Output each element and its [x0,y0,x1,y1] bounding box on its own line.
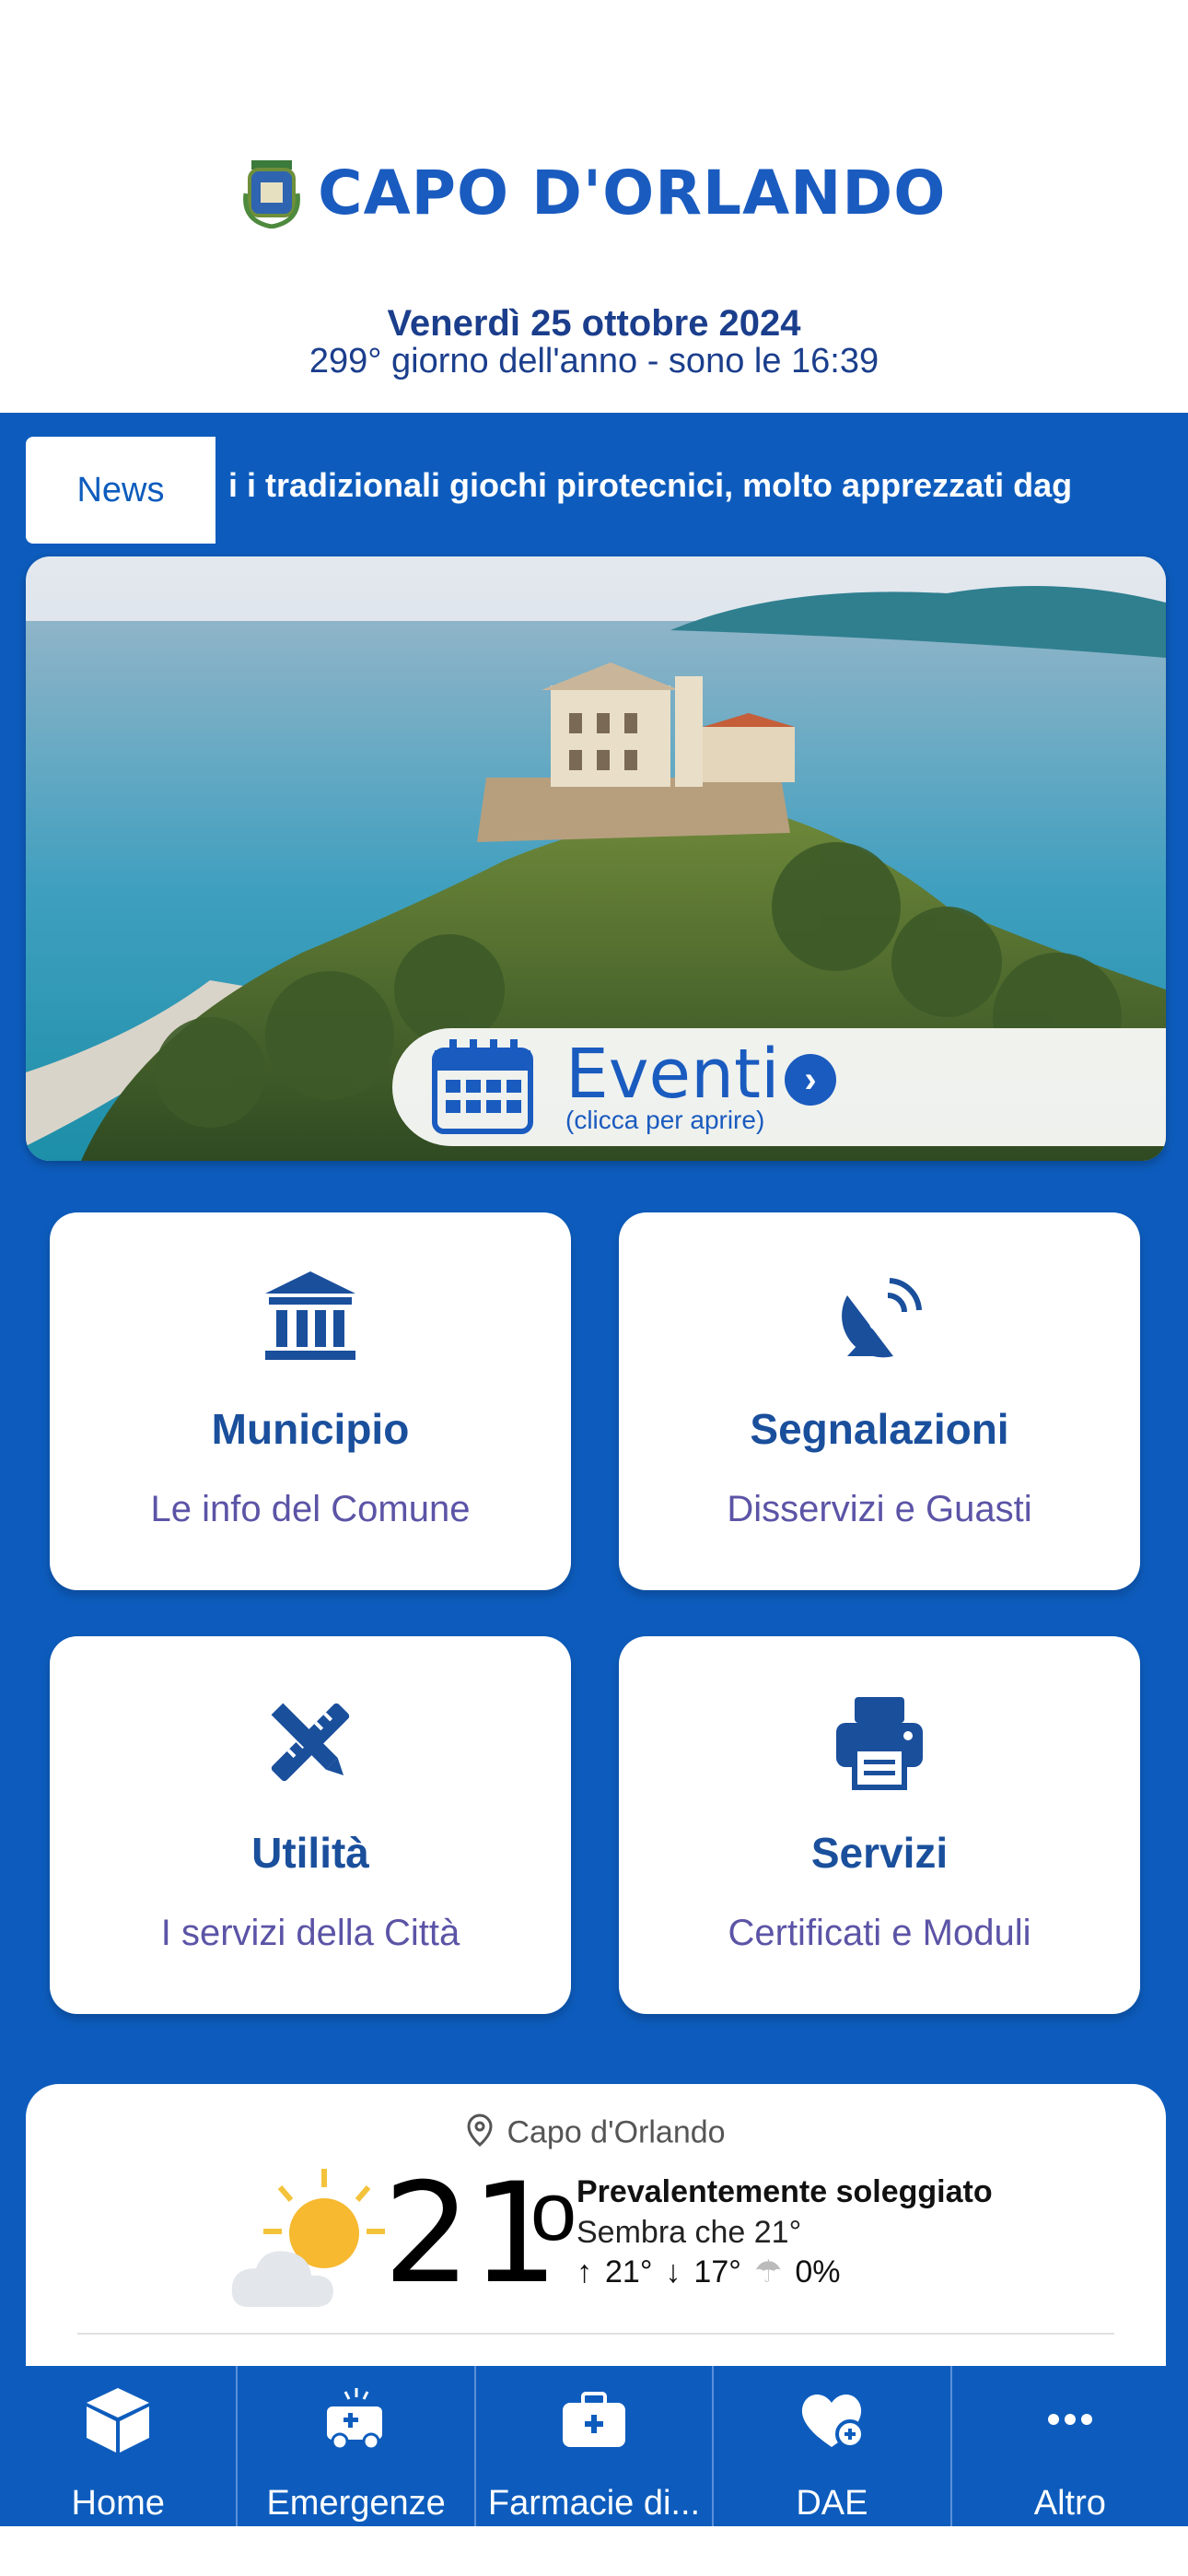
app-title: CAPO D'ORLANDO [318,157,947,228]
events-banner[interactable]: Eventi (clicca per aprire) › [26,556,1166,1161]
weather-divider [77,2333,1114,2335]
ambulance-icon [326,2388,382,2451]
satellite-dish-icon [842,1278,922,1358]
tab-label: Farmacie di... [487,2484,701,2523]
current-date: Venerdì 25 ottobre 2024 [387,303,801,344]
home-indicator-area [0,2526,1188,2576]
card-subtitle: Certificati e Moduli [728,1913,1031,1953]
card-municipio[interactable]: Municipio Le info del Comune [50,1212,571,1590]
events-button[interactable]: Eventi (clicca per aprire) › [392,1028,1166,1146]
day-info: 299° giorno dell'anno - sono le 16:39 [309,342,879,381]
tab-label: DAE [796,2484,868,2523]
tab-label: Home [71,2484,165,2523]
city-crest-icon [242,157,301,229]
partly-sunny-icon [231,2169,385,2307]
town-hall-icon [265,1271,355,1360]
tab-label: Altro [1033,2484,1106,2523]
app-header: CAPO D'ORLANDO Venerdì 25 ottobre 2024 2… [0,0,1188,413]
card-title: Municipio [211,1405,410,1453]
first-aid-kit-icon [563,2392,626,2447]
heart-plus-icon [802,2395,866,2449]
degree-symbol: o [530,2166,577,2258]
chevron-right-icon: › [785,1054,836,1106]
card-title: Utilità [251,1829,369,1877]
feels-like: Sembra che 21° [577,2215,802,2250]
card-segnalazioni[interactable]: Segnalazioni Disservizi e Guasti [619,1212,1140,1590]
card-title: Servizi [810,1829,949,1877]
weather-range: ↑ 21° ↓ 17° ☂ 0% [577,2254,841,2290]
events-label: Eventi [565,1035,780,1114]
tab-label: Emergenze [266,2484,446,2523]
calendar-icon [432,1039,533,1134]
card-subtitle: I servizi della Città [160,1913,460,1953]
card-servizi[interactable]: Servizi Certificati e Moduli [619,1636,1140,2014]
news-badge[interactable]: News [26,437,215,544]
printer-icon [836,1697,923,1790]
brand: CAPO D'ORLANDO [0,157,1188,229]
card-title: Segnalazioni [750,1405,1009,1453]
weather-condition: Prevalentemente soleggiato [577,2174,993,2209]
box-icon [87,2388,150,2453]
card-subtitle: Disservizi e Guasti [727,1489,1032,1529]
events-hint: (clicca per aprire) [565,1106,765,1134]
location-pin-icon [466,2113,494,2155]
tools-icon [271,1703,350,1782]
arrow-down-icon: ↓ [665,2254,681,2289]
news-ticker-text[interactable]: i i tradizionali giochi pirotecnici, mol… [228,466,1072,505]
umbrella-icon: ☂ [753,2254,783,2289]
more-icon [1047,2414,1092,2425]
card-utilita[interactable]: Utilità I servizi della Città [50,1636,571,2014]
news-ticker[interactable]: News i i tradizionali giochi pirotecnici… [26,437,1188,544]
arrow-up-icon: ↑ [577,2254,592,2289]
card-subtitle: Le info del Comune [150,1489,471,1529]
weather-location: Capo d'Orlando [26,2113,1166,2155]
